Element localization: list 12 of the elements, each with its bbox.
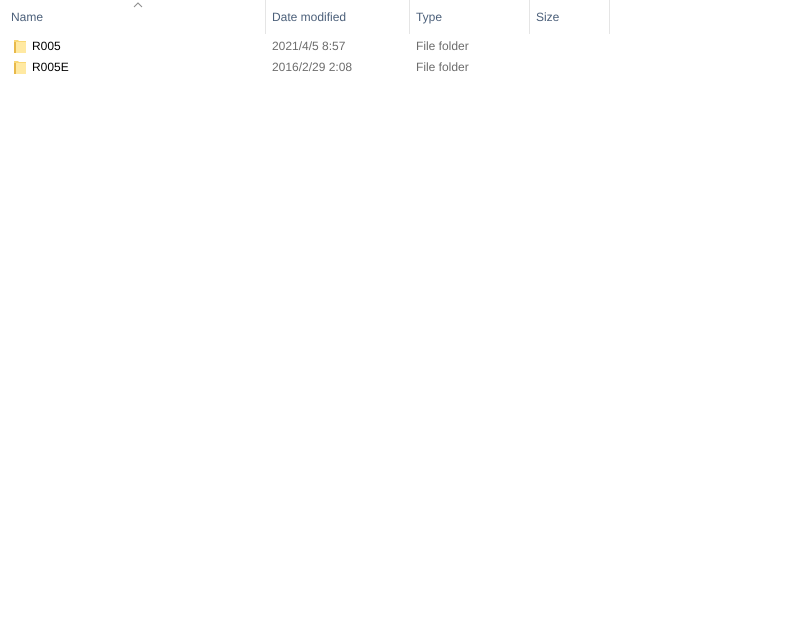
column-header[interactable]: Name <box>0 0 266 34</box>
column-header[interactable]: Type <box>410 0 530 34</box>
column-header[interactable]: Date modified <box>266 0 410 34</box>
file-name[interactable]: R005E <box>32 58 69 76</box>
folder-icon <box>14 38 26 52</box>
date-modified: 2016/2/29 2:08 <box>272 60 352 74</box>
file-type: File folder <box>416 60 469 74</box>
folder-icon <box>14 60 26 74</box>
file-name[interactable]: R005 <box>32 36 61 54</box>
file-type: File folder <box>416 38 469 52</box>
column-header[interactable]: Size <box>530 0 610 34</box>
date-modified: 2021/4/5 8:57 <box>272 38 346 52</box>
